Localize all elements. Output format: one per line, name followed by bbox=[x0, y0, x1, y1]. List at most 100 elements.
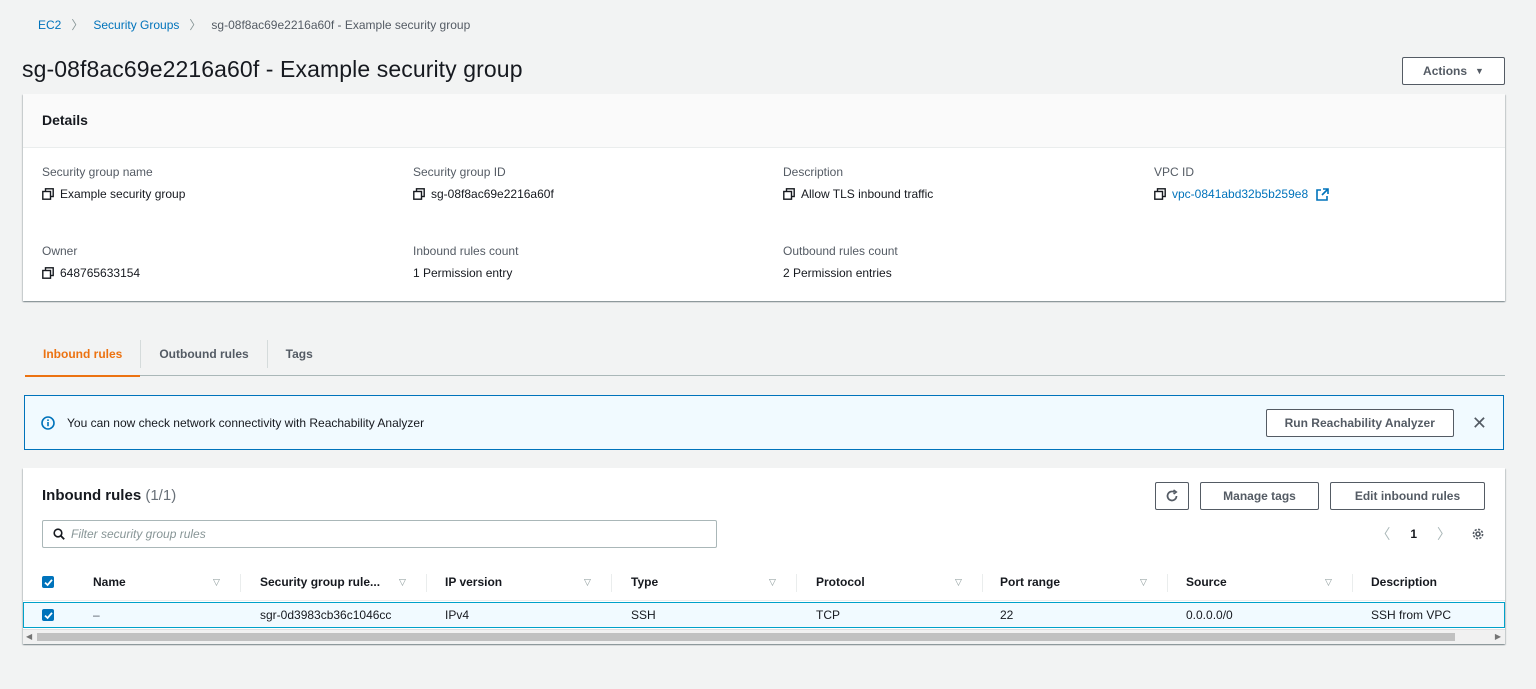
pagination: 〈 1 〉 bbox=[1376, 524, 1485, 544]
field-value: 648765633154 bbox=[60, 266, 141, 280]
col-header-name[interactable]: Name bbox=[93, 564, 126, 600]
field-label: Security group name bbox=[42, 165, 153, 179]
col-header-type[interactable]: Type bbox=[631, 564, 658, 600]
cell-ip-version: IPv4 bbox=[445, 608, 470, 622]
page-number[interactable]: 1 bbox=[1410, 527, 1417, 541]
sort-icon[interactable]: ▽ bbox=[213, 564, 220, 600]
gear-icon[interactable] bbox=[1471, 527, 1485, 541]
field-owner: Owner 648765633154 bbox=[42, 244, 140, 280]
tab-inbound-rules[interactable]: Inbound rules bbox=[25, 332, 141, 377]
page-title: sg-08f8ac69e2216a60f - Example security … bbox=[22, 56, 523, 82]
breadcrumb: EC2 〉 Security Groups 〉 sg-08f8ac69e2216… bbox=[38, 16, 470, 33]
column-divider bbox=[796, 574, 797, 592]
chevron-right-icon: 〉 bbox=[189, 18, 202, 32]
sort-icon[interactable]: ▽ bbox=[955, 564, 962, 600]
sort-icon[interactable]: ▽ bbox=[1325, 564, 1332, 600]
prev-page-icon[interactable]: 〈 bbox=[1376, 524, 1390, 544]
field-inbound-rules-count: Inbound rules count 1 Permission entry bbox=[413, 244, 518, 280]
chevron-right-icon: 〉 bbox=[71, 18, 84, 32]
breadcrumb-current: sg-08f8ac69e2216a60f - Example security … bbox=[211, 17, 471, 32]
field-value: 1 Permission entry bbox=[413, 266, 513, 280]
info-alert: You can now check network connectivity w… bbox=[24, 395, 1504, 450]
refresh-button[interactable] bbox=[1155, 482, 1189, 510]
field-outbound-rules-count: Outbound rules count 2 Permission entrie… bbox=[783, 244, 898, 280]
field-label: Description bbox=[783, 165, 844, 179]
actions-label: Actions bbox=[1423, 64, 1468, 78]
col-header-ip-version[interactable]: IP version bbox=[445, 564, 502, 600]
close-icon[interactable]: ✕ bbox=[1472, 414, 1487, 432]
column-divider bbox=[426, 574, 427, 592]
col-header-port-range[interactable]: Port range bbox=[1000, 564, 1060, 600]
search-placeholder: Filter security group rules bbox=[71, 527, 206, 541]
field-label: Outbound rules count bbox=[783, 244, 898, 258]
alert-text: You can now check network connectivity w… bbox=[67, 415, 425, 430]
field-label: Security group ID bbox=[413, 165, 506, 179]
field-value: sg-08f8ac69e2216a60f bbox=[431, 187, 554, 201]
copy-icon[interactable] bbox=[413, 188, 425, 200]
tab-bar: Inbound rules Outbound rules Tags bbox=[25, 332, 1505, 377]
field-value: Example security group bbox=[60, 187, 186, 201]
manage-tags-button[interactable]: Manage tags bbox=[1200, 482, 1319, 510]
rules-toolbar: Manage tags Edit inbound rules bbox=[1155, 482, 1485, 510]
scrollbar-thumb[interactable] bbox=[37, 633, 1455, 641]
select-all-checkbox[interactable] bbox=[42, 576, 54, 588]
sort-icon[interactable]: ▽ bbox=[769, 564, 776, 600]
cell-description: SSH from VPC bbox=[1371, 608, 1452, 622]
column-divider bbox=[611, 574, 612, 592]
refresh-icon bbox=[1166, 489, 1178, 502]
field-value: Allow TLS inbound traffic bbox=[801, 187, 934, 201]
cell-type: SSH bbox=[631, 608, 656, 622]
external-link-icon[interactable] bbox=[1316, 187, 1329, 201]
sort-icon[interactable]: ▽ bbox=[584, 564, 591, 600]
cell-protocol: TCP bbox=[816, 608, 840, 622]
search-input[interactable]: Filter security group rules bbox=[42, 520, 717, 548]
tab-tags[interactable]: Tags bbox=[268, 332, 331, 376]
sort-icon[interactable]: ▽ bbox=[399, 564, 406, 600]
check-icon bbox=[43, 611, 53, 619]
breadcrumb-security-groups[interactable]: Security Groups bbox=[93, 18, 179, 32]
caret-down-icon: ▼ bbox=[1475, 66, 1484, 76]
col-header-rule-id[interactable]: Security group rule... bbox=[260, 564, 380, 600]
vpc-id-link[interactable]: vpc-0841abd32b5b259e8 bbox=[1172, 187, 1308, 201]
check-icon bbox=[43, 578, 53, 586]
table-row[interactable]: – sgr-0d3983cb36c1046cc IPv4 SSH TCP 22 … bbox=[23, 602, 1505, 628]
copy-icon[interactable] bbox=[1154, 188, 1166, 200]
details-panel: Details Security group name Example secu… bbox=[23, 94, 1505, 301]
cell-port-range: 22 bbox=[1000, 608, 1014, 622]
horizontal-scrollbar[interactable]: ◀ ▶ bbox=[23, 629, 1505, 644]
cell-source: 0.0.0.0/0 bbox=[1186, 608, 1233, 622]
field-vpc-id: VPC ID vpc-0841abd32b5b259e8 bbox=[1154, 165, 1329, 201]
scroll-left-icon[interactable]: ◀ bbox=[26, 632, 32, 641]
field-label: VPC ID bbox=[1154, 165, 1195, 179]
cell-name: – bbox=[93, 608, 100, 622]
details-title: Details bbox=[23, 94, 1505, 148]
column-divider bbox=[240, 574, 241, 592]
column-divider bbox=[982, 574, 983, 592]
field-description: Description Allow TLS inbound traffic bbox=[783, 165, 933, 201]
next-page-icon[interactable]: 〉 bbox=[1437, 524, 1451, 544]
search-icon bbox=[53, 528, 65, 540]
rules-count: (1/1) bbox=[145, 487, 177, 504]
edit-inbound-rules-button[interactable]: Edit inbound rules bbox=[1330, 482, 1485, 510]
col-header-source[interactable]: Source bbox=[1186, 564, 1227, 600]
column-divider bbox=[1352, 574, 1353, 592]
tab-outbound-rules[interactable]: Outbound rules bbox=[141, 332, 266, 376]
copy-icon[interactable] bbox=[42, 267, 54, 279]
row-checkbox[interactable] bbox=[42, 609, 54, 621]
actions-button[interactable]: Actions ▼ bbox=[1402, 57, 1505, 85]
sort-icon[interactable]: ▽ bbox=[1140, 564, 1147, 600]
table-header-row: Name ▽ Security group rule... ▽ IP versi… bbox=[23, 564, 1505, 601]
copy-icon[interactable] bbox=[783, 188, 795, 200]
inbound-rules-panel: Inbound rules (1/1) Manage tags Edit inb… bbox=[23, 468, 1505, 644]
column-divider bbox=[1167, 574, 1168, 592]
scroll-right-icon[interactable]: ▶ bbox=[1495, 632, 1501, 641]
run-reachability-analyzer-button[interactable]: Run Reachability Analyzer bbox=[1265, 408, 1454, 437]
rules-table: Name ▽ Security group rule... ▽ IP versi… bbox=[23, 564, 1505, 628]
col-header-protocol[interactable]: Protocol bbox=[816, 564, 865, 600]
rules-title: Inbound rules bbox=[42, 487, 142, 504]
col-header-description[interactable]: Description bbox=[1371, 564, 1437, 600]
info-icon bbox=[41, 415, 55, 430]
breadcrumb-ec2[interactable]: EC2 bbox=[38, 18, 61, 32]
field-security-group-id: Security group ID sg-08f8ac69e2216a60f bbox=[413, 165, 554, 201]
copy-icon[interactable] bbox=[42, 188, 54, 200]
